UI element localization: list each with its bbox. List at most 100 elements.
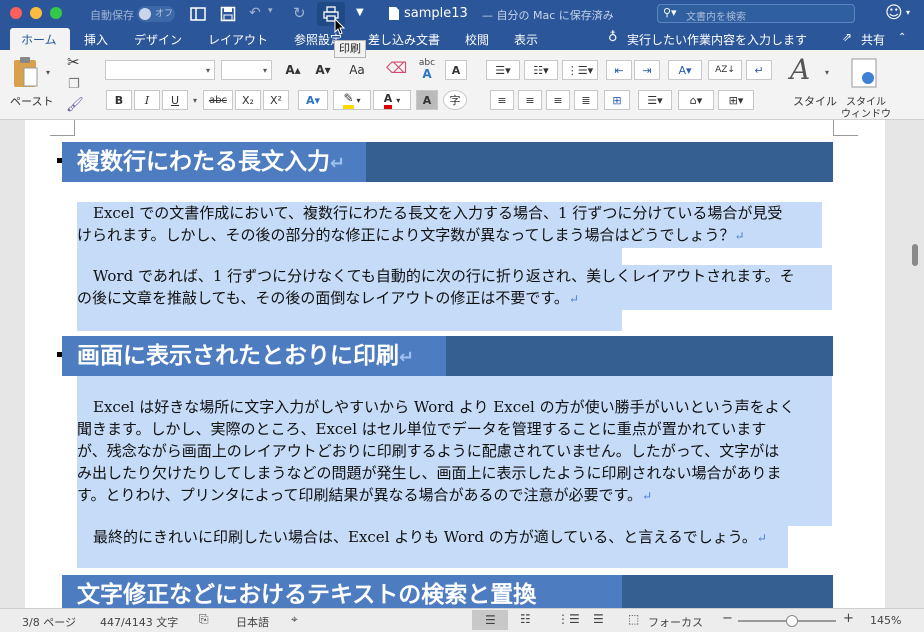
close-window-button[interactable] — [10, 7, 22, 19]
font-name-select[interactable]: ▾ — [105, 60, 215, 80]
zoom-level[interactable]: 145% — [870, 614, 901, 627]
superscript-button[interactable]: X² — [263, 90, 289, 110]
proofing-icon[interactable]: ⎘ — [199, 612, 209, 627]
paste-dropdown-icon[interactable]: ▾ — [46, 68, 50, 77]
share-button[interactable]: 共有 — [861, 31, 885, 48]
draft-view-icon[interactable]: ☰ — [593, 612, 604, 626]
smiley-feedback-icon[interactable]: ☺ — [885, 3, 903, 23]
zoom-window-button[interactable] — [50, 7, 62, 19]
borders-button[interactable]: ⊞▾ — [718, 90, 754, 110]
font-size-select[interactable]: ▾ — [221, 60, 272, 80]
paragraph-2-line-2[interactable]: の後に文章を推敲しても、その後の面倒なレイアウトの修正は不要です。↵ — [77, 287, 579, 309]
page-count[interactable]: 3/8 ページ — [22, 614, 76, 630]
align-left-button[interactable]: ≡ — [490, 90, 514, 110]
paragraph-3-line-5[interactable]: す。とりわけ、プリンタによって印刷結果が異なる場合があるので注意が必要です。↵ — [77, 484, 652, 506]
paragraph-1-line-2[interactable]: けられます。しかし、その後の部分的な修正により文字数が異なってしまう場合はどうで… — [77, 224, 745, 246]
highlight-button[interactable]: ✎ ▾ — [333, 90, 371, 110]
bold-button[interactable]: B — [106, 90, 132, 110]
format-painter-icon[interactable]: 🖌 — [66, 97, 84, 113]
tab-view[interactable]: 表示 — [514, 31, 538, 48]
tab-design[interactable]: デザイン — [134, 31, 182, 48]
styles-button[interactable]: スタイル — [793, 93, 837, 109]
paragraph-1-line-1[interactable]: Excel での文書作成において、複数行にわたる長文を入力する場合、1 行ずつに… — [93, 202, 782, 224]
heading-1[interactable]: 複数行にわたる長文入力↵ — [62, 142, 833, 182]
redo-icon[interactable]: ↻ — [293, 4, 306, 22]
grow-font-button[interactable]: A▴ — [280, 60, 306, 80]
web-layout-icon[interactable]: ☷ — [520, 612, 531, 626]
paragraph-3-line-2[interactable]: 聞きます。しかし、実際のところ、Excel はセル単位でデータを管理することに重… — [77, 418, 766, 440]
heading-2[interactable]: 画面に表示されたとおりに印刷↵ — [62, 336, 833, 376]
underline-dropdown-icon[interactable]: ▾ — [193, 96, 197, 105]
character-shading-button[interactable]: A — [416, 90, 438, 110]
cut-icon[interactable]: ✂ — [67, 53, 80, 71]
styles-icon[interactable]: A — [790, 53, 810, 86]
change-case-button[interactable]: Aa — [342, 60, 372, 80]
focus-icon[interactable]: ⬚ — [628, 612, 639, 626]
zoom-out-icon[interactable]: − — [722, 611, 733, 626]
tab-mailings[interactable]: 差し込み文書 — [368, 31, 440, 48]
document-page[interactable]: 複数行にわたる長文入力↵ Excel での文書作成において、複数行にわたる長文を… — [25, 120, 885, 608]
autosave-toggle[interactable]: オフ — [137, 6, 175, 22]
decrease-indent-button[interactable]: ⇤ — [606, 60, 632, 80]
paragraph-3-line-1[interactable]: Excel は好きな場所に文字入力がしやすいから Word より Excel の… — [93, 396, 795, 418]
zoom-slider-thumb[interactable] — [786, 615, 798, 627]
increase-indent-button[interactable]: ⇥ — [634, 60, 660, 80]
zoom-in-icon[interactable]: + — [843, 611, 854, 626]
paragraph-3-line-3[interactable]: が、残念ながら画面上のレイアウトどおりに印刷するように配慮されていません。したが… — [77, 440, 779, 462]
undo-icon[interactable]: ↶ — [249, 5, 261, 21]
search-document-box[interactable]: ⚲▾ 文書内を検索 — [657, 4, 855, 23]
clipboard-icon[interactable] — [12, 56, 38, 88]
word-count[interactable]: 447/4143 文字 — [100, 614, 178, 630]
underline-button[interactable]: U — [162, 90, 188, 110]
zoom-slider[interactable] — [738, 615, 836, 627]
distributed-button[interactable]: ⊞ — [604, 90, 630, 110]
align-center-button[interactable]: ≡ — [518, 90, 542, 110]
sidebar-icon[interactable] — [190, 6, 206, 22]
shrink-font-button[interactable]: A▾ — [310, 60, 336, 80]
print-layout-view-button[interactable]: ☰ — [472, 610, 508, 630]
font-color-button[interactable]: A ▾ — [373, 90, 411, 110]
italic-button[interactable]: I — [134, 90, 160, 110]
heading-3[interactable]: 文字修正などにおけるテキストの検索と置換 — [62, 575, 833, 608]
subscript-button[interactable]: X₂ — [235, 90, 261, 110]
sort-button[interactable]: AZ↓ — [708, 60, 742, 80]
strikethrough-button[interactable]: abc — [203, 90, 233, 110]
styles-pane-icon[interactable] — [851, 58, 877, 88]
outline-view-icon[interactable]: ⋮☰ — [557, 612, 580, 626]
bullets-button[interactable]: ☰▾ — [486, 60, 520, 80]
show-formatting-marks-button[interactable]: ↵ — [746, 60, 772, 80]
save-icon[interactable] — [220, 6, 236, 22]
tell-me-box[interactable]: 実行したい作業内容を入力します — [627, 31, 807, 48]
copy-icon[interactable]: ❐ — [68, 77, 80, 92]
align-right-button[interactable]: ≡ — [546, 90, 570, 110]
tab-review[interactable]: 校閲 — [465, 31, 489, 48]
line-spacing-button[interactable]: ☰▾ — [638, 90, 672, 110]
customize-toolbar-icon[interactable]: ▼ — [356, 7, 364, 18]
phonetic-guide-button[interactable]: abc A — [414, 58, 440, 82]
paste-button[interactable]: ペースト — [10, 93, 53, 109]
tab-home[interactable]: ホーム — [10, 28, 70, 50]
multilevel-list-button[interactable]: ⋮☰▾ — [562, 60, 598, 80]
undo-dropdown-icon[interactable]: ▾ — [268, 6, 273, 16]
minimize-window-button[interactable] — [30, 7, 42, 19]
enclose-characters-button[interactable]: 字 — [443, 90, 467, 110]
character-border-button[interactable]: A — [445, 60, 467, 80]
shading-button[interactable]: ⌂▾ — [678, 90, 714, 110]
tab-layout[interactable]: レイアウト — [208, 31, 268, 48]
paragraph-3-line-4[interactable]: み出したり欠けたりしてしまうなどの問題が発生し、画面上に表示したように印刷されな… — [77, 462, 782, 484]
track-changes-icon[interactable]: ⌖ — [291, 612, 298, 627]
language-label[interactable]: 日本語 — [236, 614, 269, 630]
feedback-dropdown-icon[interactable]: ▾ — [906, 8, 910, 17]
text-effects-button[interactable]: A▾ — [298, 90, 328, 110]
vertical-scrollbar-thumb[interactable] — [912, 244, 918, 266]
styles-dropdown-icon[interactable]: ▾ — [825, 68, 829, 77]
clear-formatting-icon[interactable]: ⌫ — [386, 59, 407, 77]
tab-insert[interactable]: 挿入 — [84, 31, 108, 48]
focus-button[interactable]: フォーカス — [648, 614, 703, 630]
paragraph-2-line-1[interactable]: Word であれば、1 行ずつに分けなくても自動的に次の行に折り返され、美しくレ… — [93, 265, 795, 287]
paragraph-4[interactable]: 最終的にきれいに印刷したい場合は、Excel よりも Word の方が適している… — [93, 526, 767, 548]
numbering-button[interactable]: ☷▾ — [524, 60, 558, 80]
justify-button[interactable]: ≣ — [574, 90, 598, 110]
text-direction-button[interactable]: A▾ — [668, 60, 702, 80]
collapse-ribbon-icon[interactable]: ⌃ — [898, 32, 906, 43]
